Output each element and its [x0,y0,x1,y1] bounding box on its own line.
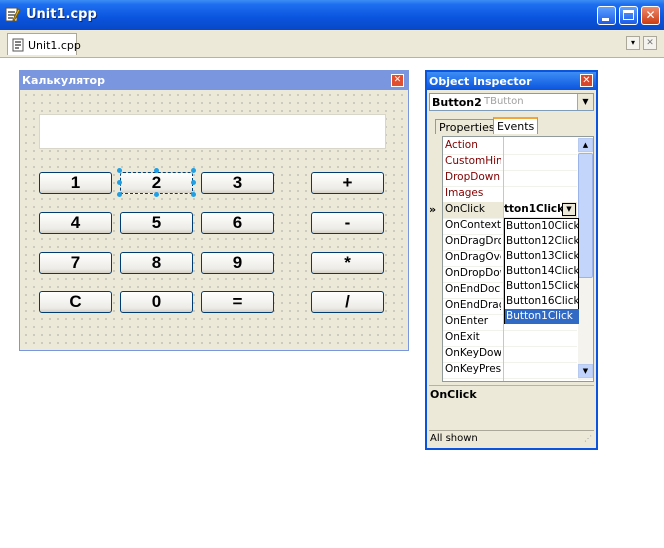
event-grid[interactable]: Action CustomHint DropDownM Images OnCli… [442,136,594,382]
button-8[interactable]: 8 [120,252,193,274]
close-icon: ✕ [645,8,656,22]
main-titlebar: Unit1.cpp ✕ [0,0,664,30]
selection-handle[interactable] [191,168,196,173]
event-row-dropdownmenu[interactable]: DropDownM [443,170,577,187]
selection-handle[interactable] [117,180,122,185]
button-minus[interactable]: - [311,212,384,234]
event-row-onexit[interactable]: OnExit [443,330,577,347]
dropdown-option-selected[interactable]: Button1Click [505,309,579,324]
tab-close-button[interactable]: ✕ [643,36,657,50]
close-icon: ✕ [582,75,591,86]
status-bar: All shown ⋰ [429,430,594,447]
close-icon: ✕ [646,38,654,48]
onclick-value-field[interactable]: tton1Click [504,202,562,217]
dropdown-option[interactable]: Button13Click [505,249,579,264]
button-5[interactable]: 5 [120,212,193,234]
dropdown-option[interactable]: Button14Click [505,264,579,279]
button-3[interactable]: 3 [201,172,274,194]
selection-handle[interactable] [191,192,196,197]
button-7[interactable]: 7 [39,252,112,274]
button-1[interactable]: 1 [39,172,112,194]
file-icon [12,38,24,52]
display-edit[interactable] [39,114,386,149]
button-clear[interactable]: C [39,291,112,313]
dropdown-option[interactable]: Button12Click [505,234,579,249]
grid-scrollbar[interactable]: ▲ ▼ [578,138,593,380]
button-multiply[interactable]: * [311,252,384,274]
form-close-button[interactable]: ✕ [391,74,404,87]
button-0[interactable]: 0 [120,291,193,313]
object-class: TButton [484,96,524,107]
inspector-titlebar: Object Inspector ✕ [427,72,596,90]
event-row-images[interactable]: Images [443,186,577,203]
chevron-down-icon[interactable]: ▼ [577,94,593,110]
selection-handle[interactable] [191,180,196,185]
object-inspector: Object Inspector ✕ Button2 TButton ▼ Pro… [425,70,598,450]
resize-grip-icon[interactable]: ⋰ [584,434,592,443]
dropdown-option[interactable]: Button16Click [505,294,579,309]
current-row-arrow-icon: » [429,203,437,216]
dropdown-option[interactable]: Button10Click [505,219,579,234]
tab-unit1-cpp[interactable]: Unit1.cpp [7,33,81,55]
object-selector[interactable]: Button2 TButton ▼ [429,93,594,111]
button-6[interactable]: 6 [201,212,274,234]
dropdown-option[interactable]: Button15Click [505,279,579,294]
unit-file-icon [5,7,21,22]
minimize-icon [602,18,609,21]
scroll-up-icon[interactable]: ▲ [578,138,593,152]
window-title: Unit1.cpp [26,7,97,22]
maximize-button[interactable] [619,6,638,25]
button-equals[interactable]: = [201,291,274,313]
selection-handle[interactable] [154,192,159,197]
event-row-onkeypress[interactable]: OnKeyPress [443,362,577,379]
scroll-thumb[interactable] [578,153,593,278]
event-row-action[interactable]: Action [443,138,577,155]
selection-handle[interactable] [154,168,159,173]
form-titlebar: Калькулятор ✕ [20,71,408,90]
event-row-onkeydown[interactable]: OnKeyDown [443,346,577,363]
event-row-onclick[interactable]: OnClick tton1Click ▼ [443,202,577,219]
chevron-down-icon[interactable]: ▼ [562,203,576,216]
maximize-icon [623,10,634,20]
close-button[interactable]: ✕ [641,6,660,25]
close-icon: ✕ [393,75,402,85]
tab-dropdown-button[interactable]: ▾ [626,36,640,50]
selection-handle[interactable] [117,192,122,197]
editor-tabstrip: Unit1.cpp ▾ ✕ [0,30,664,58]
tab-label: Unit1.cpp [28,39,81,52]
event-row-customhint[interactable]: CustomHint [443,154,577,171]
handler-dropdown-list[interactable]: Button10Click Button12Click Button13Clic… [504,218,579,324]
object-name: Button2 [432,96,482,109]
form-title: Калькулятор [22,74,105,87]
button-divide[interactable]: / [311,291,384,313]
chevron-down-icon: ▾ [630,38,635,47]
button-2[interactable]: 2 [120,172,193,194]
tab-properties[interactable]: Properties [435,119,499,134]
selection-handle[interactable] [117,168,122,173]
tab-events[interactable]: Events [493,117,539,134]
minimize-button[interactable] [597,6,616,25]
description-panel: OnClick [429,385,594,428]
button-plus[interactable]: + [311,172,384,194]
scroll-down-icon[interactable]: ▼ [578,364,593,378]
description-title: OnClick [430,388,477,401]
calculator-form[interactable]: Калькулятор ✕ 1 2 3 + 4 5 6 - 7 8 9 * C … [19,70,409,351]
inspector-close-button[interactable]: ✕ [580,74,593,87]
button-9[interactable]: 9 [201,252,274,274]
status-text: All shown [430,433,478,444]
button-4[interactable]: 4 [39,212,112,234]
inspector-title: Object Inspector [429,75,532,88]
